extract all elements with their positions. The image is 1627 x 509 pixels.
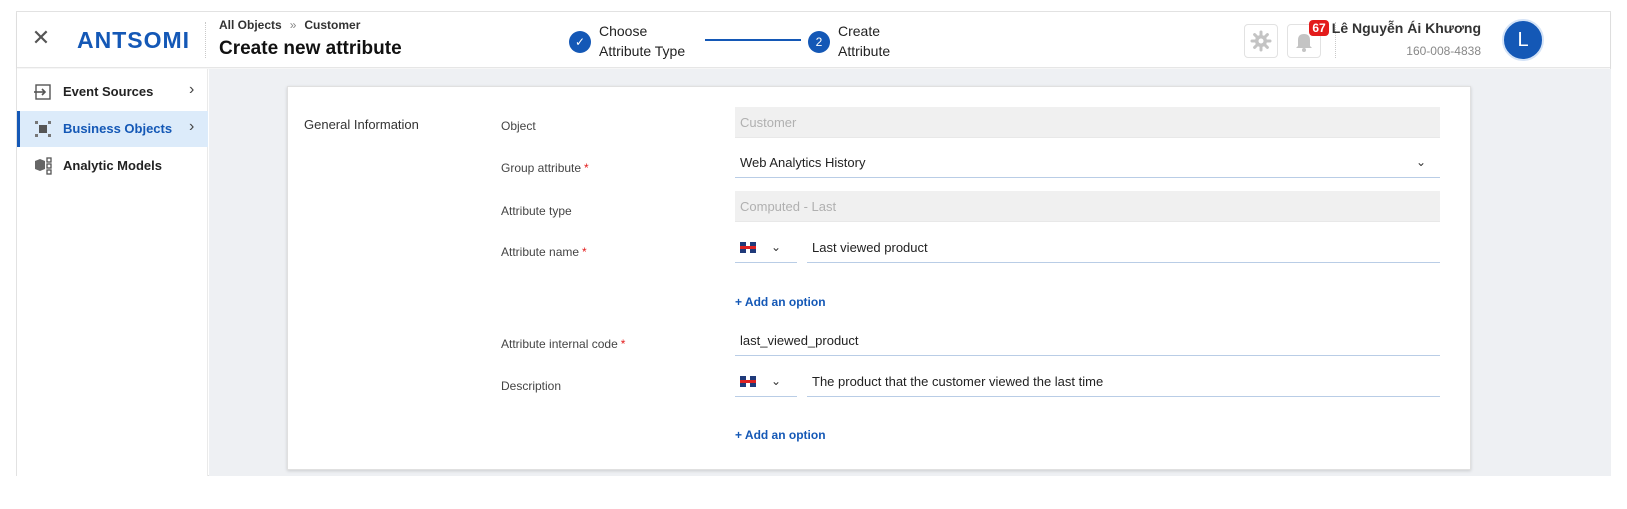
settings-button[interactable] [1244, 24, 1278, 58]
breadcrumb-root[interactable]: All Objects [219, 18, 282, 32]
breadcrumb: All Objects » Customer [219, 18, 360, 32]
section-title: General Information [304, 117, 419, 132]
description-input[interactable]: The product that the customer viewed the… [807, 366, 1440, 397]
uk-flag-icon [740, 242, 756, 253]
header-divider [205, 22, 206, 58]
sidebar-item-analytic-models[interactable]: Analytic Models [17, 148, 208, 184]
internal-code-label: Attribute internal code * [501, 337, 626, 351]
internal-code-input[interactable]: last_viewed_product [735, 325, 1440, 356]
models-icon [35, 157, 52, 175]
step-connector [705, 39, 801, 41]
attribute-name-label: Attribute name * [501, 245, 587, 259]
page-title: Create new attribute [219, 38, 402, 59]
main-content: General Information Object Customer Grou… [209, 69, 1611, 476]
group-attribute-value: Web Analytics History [740, 155, 866, 170]
description-label: Description [501, 379, 562, 393]
sidebar-item-label: Event Sources [63, 84, 154, 99]
attribute-name-input[interactable]: Last viewed product [807, 232, 1440, 263]
chevron-down-icon: ⌄ [771, 240, 782, 254]
sidebar-item-label: Business Objects [63, 121, 173, 136]
uk-flag-icon [740, 376, 756, 387]
sidebar-item-business-objects[interactable]: Business Objects › [17, 111, 208, 147]
add-option-button[interactable]: + Add an option [735, 295, 826, 309]
breadcrumb-current[interactable]: Customer [304, 18, 360, 32]
gear-icon [1250, 30, 1272, 52]
notification-badge: 67 [1309, 20, 1329, 36]
language-select[interactable]: ⌄ [735, 232, 797, 263]
attribute-type-label: Attribute type [501, 204, 572, 218]
object-field: Customer [735, 107, 1440, 138]
attribute-type-field: Computed - Last [735, 191, 1440, 222]
sidebar-item-event-sources[interactable]: Event Sources › [17, 74, 208, 110]
import-icon [34, 84, 51, 100]
group-attribute-select[interactable]: Web Analytics History ⌄ [735, 147, 1440, 178]
sidebar-item-label: Analytic Models [63, 158, 162, 173]
user-name: Lê Nguyễn Ái Khương [1331, 20, 1481, 36]
check-icon: ✓ [569, 31, 591, 53]
group-attribute-label: Group attribute * [501, 161, 589, 175]
add-option-button[interactable]: + Add an option [735, 428, 826, 442]
logo: ANTSOMI [77, 27, 191, 53]
step-number: 2 [808, 31, 830, 53]
top-header: ✕ ANTSOMI All Objects » Customer Create ne… [17, 12, 1610, 68]
form-card: General Information Object Customer Grou… [287, 86, 1471, 470]
app-window: ✕ ANTSOMI All Objects » Customer Create ne… [16, 11, 1611, 476]
chevron-right-icon: › [189, 118, 195, 135]
objects-icon [35, 121, 51, 137]
language-select[interactable]: ⌄ [735, 366, 797, 397]
chevron-down-icon: ⌄ [771, 374, 782, 388]
close-icon[interactable]: ✕ [31, 26, 51, 50]
sidebar: Event Sources › Business Objects › Analy… [17, 69, 208, 476]
step-label: Choose Attribute Type [599, 23, 686, 59]
avatar[interactable]: L [1502, 19, 1544, 61]
chevron-down-icon: ⌄ [1415, 155, 1426, 169]
chevron-right-icon: › [189, 81, 195, 98]
step-label: Create Attribute [838, 23, 891, 59]
breadcrumb-separator: » [289, 18, 297, 32]
object-label: Object [501, 119, 536, 133]
user-phone: 160-008-4838 [1406, 44, 1481, 58]
